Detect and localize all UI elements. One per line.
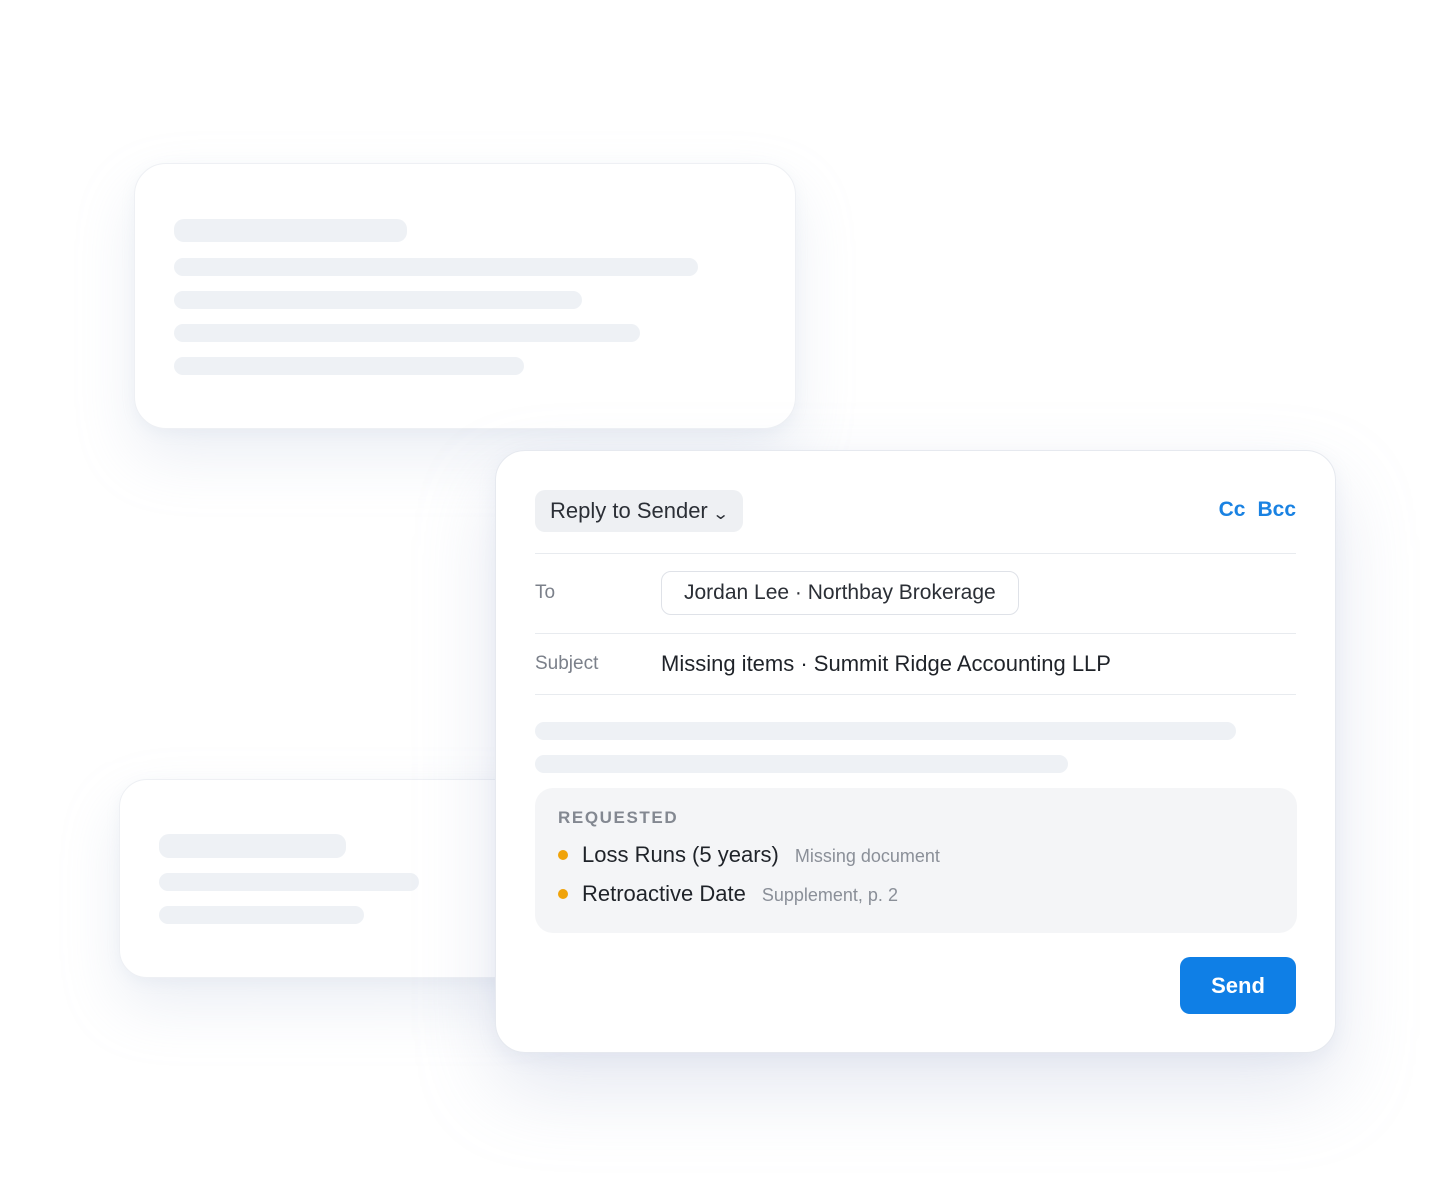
requested-title: REQUESTED: [558, 808, 679, 827]
requested-item-name: Retroactive Date: [582, 881, 746, 906]
requested-item-note: Supplement, p. 2: [761, 885, 898, 905]
to-label: To: [535, 582, 556, 603]
body-skeleton-line: [535, 722, 1236, 740]
send-label: Send: [1211, 972, 1265, 998]
placeholder-card-top: [134, 163, 796, 429]
skeleton-line: [174, 324, 640, 342]
cc-bcc-links: Cc Bcc: [1219, 498, 1296, 522]
skeleton-line: [159, 834, 346, 858]
reply-mode-dropdown[interactable]: Reply to Sender ⌄: [535, 490, 744, 532]
reply-mode-label: Reply to Sender: [550, 498, 708, 523]
send-button[interactable]: Send: [1180, 957, 1296, 1014]
bullet-dot-icon: [558, 889, 568, 899]
divider: [535, 694, 1296, 695]
email-composer-card: Reply to Sender ⌄ Cc Bcc To Jordan Lee ·…: [495, 450, 1336, 1053]
canvas: Reply to Sender ⌄ Cc Bcc To Jordan Lee ·…: [0, 0, 1440, 1200]
divider: [535, 553, 1296, 554]
skeleton-line: [174, 219, 407, 242]
bullet-dot-icon: [558, 850, 568, 860]
list-item: Retroactive Date Supplement, p. 2: [558, 881, 898, 907]
requested-item-name: Loss Runs (5 years): [582, 842, 779, 867]
skeleton-line: [174, 291, 582, 309]
skeleton-line: [174, 357, 524, 375]
placeholder-card-bottom: [119, 779, 559, 978]
recipient-chip[interactable]: Jordan Lee · Northbay Brokerage: [661, 571, 1019, 615]
recipient-name: Jordan Lee · Northbay Brokerage: [684, 581, 996, 604]
cc-link[interactable]: Cc: [1219, 498, 1246, 522]
list-item: Loss Runs (5 years) Missing document: [558, 842, 940, 868]
requested-items-panel: REQUESTED Loss Runs (5 years) Missing do…: [535, 788, 1297, 933]
bcc-link[interactable]: Bcc: [1257, 498, 1296, 522]
subject-label: Subject: [535, 653, 599, 674]
skeleton-line: [159, 906, 364, 924]
skeleton-line: [159, 873, 419, 891]
divider: [535, 633, 1296, 634]
subject-field[interactable]: Missing items · Summit Ridge Accounting …: [661, 651, 1111, 677]
body-skeleton-line: [535, 755, 1068, 773]
chevron-down-icon: ⌄: [711, 506, 730, 523]
skeleton-line: [174, 258, 698, 276]
requested-item-note: Missing document: [794, 846, 940, 866]
